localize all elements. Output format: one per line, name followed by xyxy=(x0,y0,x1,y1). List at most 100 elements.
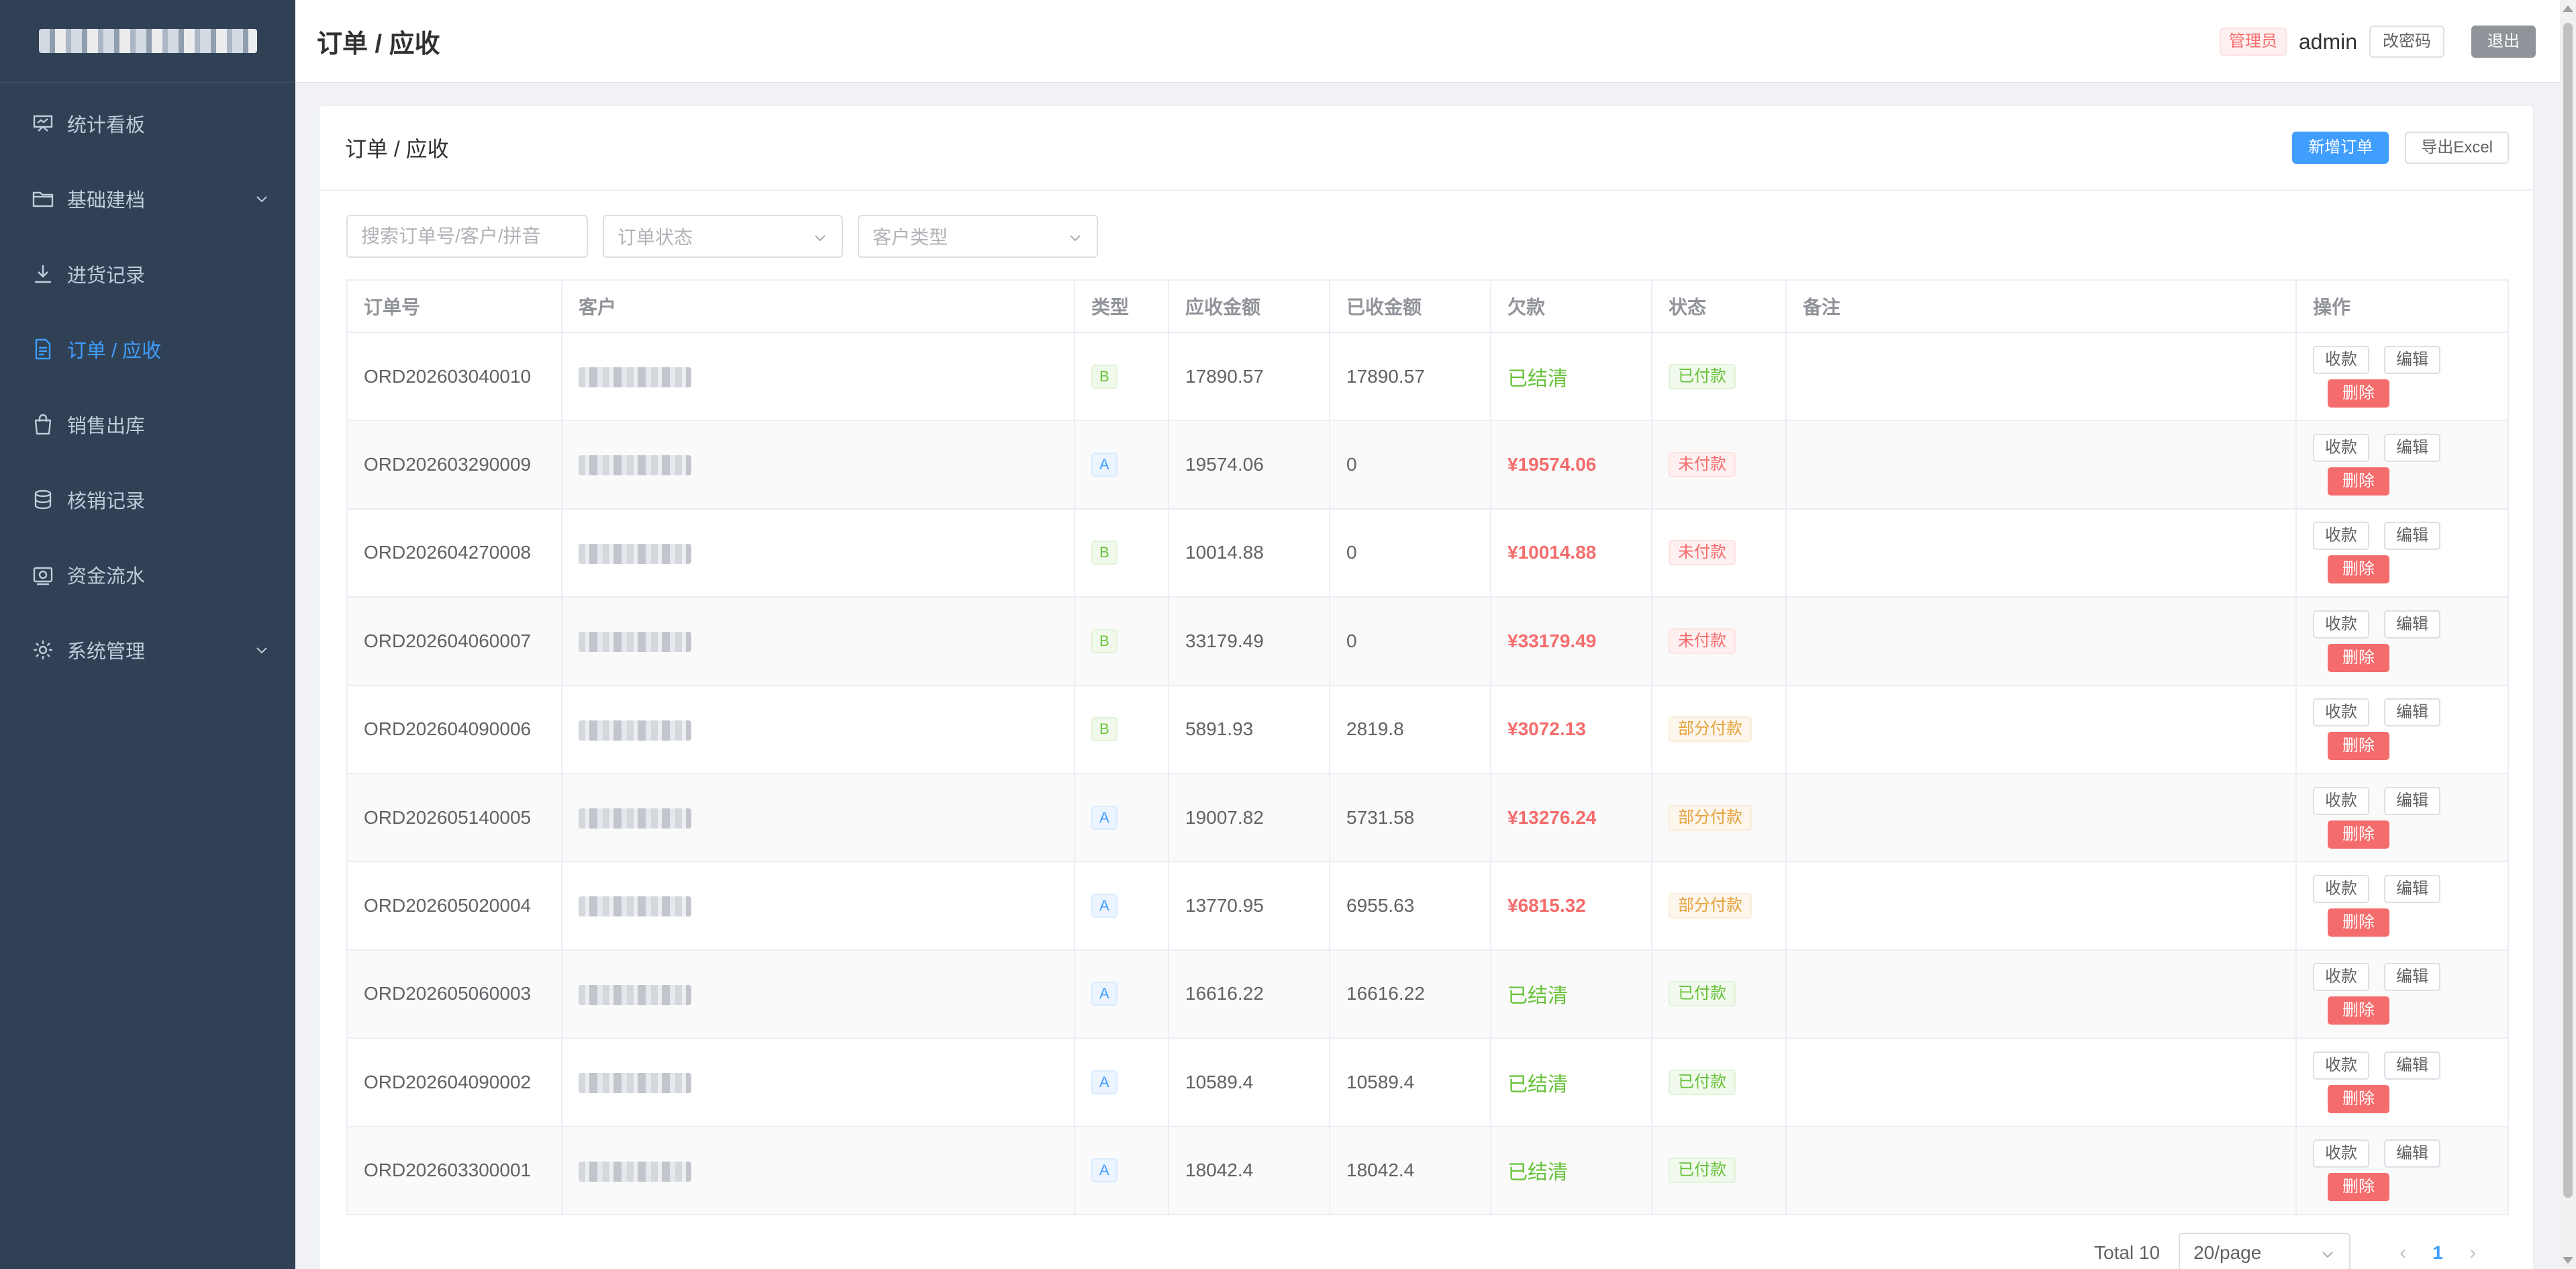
receivable-cell: 10589.4 xyxy=(1168,1037,1330,1127)
row-actions-top: 收款 编辑 xyxy=(2313,522,2440,551)
collect-button[interactable]: 收款 xyxy=(2313,875,2369,904)
edit-button[interactable]: 编辑 xyxy=(2384,434,2440,463)
edit-button[interactable]: 编辑 xyxy=(2384,875,2440,904)
row-actions: 收款 编辑删除 xyxy=(2313,434,2508,496)
delete-button[interactable]: 删除 xyxy=(2328,1173,2389,1202)
collect-button[interactable]: 收款 xyxy=(2313,345,2369,374)
debt-cell: ¥19574.06 xyxy=(1490,420,1652,510)
delete-button[interactable]: 删除 xyxy=(2328,379,2389,408)
customer-type-select[interactable]: 客户类型 xyxy=(858,215,1098,258)
sidebar-item-label: 销售出库 xyxy=(67,416,146,437)
debt-cell: ¥10014.88 xyxy=(1490,508,1652,598)
edit-button[interactable]: 编辑 xyxy=(2384,963,2440,992)
download-icon xyxy=(31,262,55,286)
debt-cell: ¥6815.32 xyxy=(1490,861,1652,951)
row-actions-top: 收款 编辑 xyxy=(2313,698,2440,727)
status-badge: 已付款 xyxy=(1669,1069,1736,1095)
sidebar-nav: 统计看板 基础建档 进货记录 订单 / 应收销售出库核销记录 资金流水 系统管理 xyxy=(0,83,295,688)
page-scrollbar[interactable] xyxy=(2560,0,2576,1269)
page-number-current[interactable]: 1 xyxy=(2420,1242,2455,1264)
collect-button[interactable]: 收款 xyxy=(2313,698,2369,727)
column-header-debt: 欠款 xyxy=(1490,279,1652,333)
sidebar-item-2[interactable]: 进货记录 xyxy=(0,236,295,312)
customer-cell xyxy=(561,949,1075,1039)
collect-button[interactable]: 收款 xyxy=(2313,1139,2369,1168)
edit-button[interactable]: 编辑 xyxy=(2384,698,2440,727)
page-size-select[interactable]: 20/page xyxy=(2179,1233,2351,1269)
customer-type-placeholder: 客户类型 xyxy=(873,227,948,248)
delete-button[interactable]: 删除 xyxy=(2328,820,2389,849)
delete-button[interactable]: 删除 xyxy=(2328,643,2389,672)
sidebar-item-4[interactable]: 销售出库 xyxy=(0,387,295,462)
type-cell: B xyxy=(1074,596,1169,686)
sidebar-item-7[interactable]: 系统管理 xyxy=(0,612,295,688)
remark-cell xyxy=(1785,684,2297,774)
customer-cell xyxy=(561,508,1075,598)
row-actions: 收款 编辑删除 xyxy=(2313,698,2508,761)
delete-button[interactable]: 删除 xyxy=(2328,555,2389,584)
receivable-cell: 33179.49 xyxy=(1168,596,1330,686)
collect-button[interactable]: 收款 xyxy=(2313,610,2369,639)
sidebar-item-0[interactable]: 统计看板 xyxy=(0,86,295,161)
user-area: 管理员 admin 改密码 退出 xyxy=(2219,26,2536,58)
new-order-button[interactable]: 新增订单 xyxy=(2292,132,2389,164)
delete-button[interactable]: 删除 xyxy=(2328,732,2389,761)
edit-button[interactable]: 编辑 xyxy=(2384,522,2440,551)
order-status-select[interactable]: 订单状态 xyxy=(603,215,843,258)
customer-name-blurred xyxy=(579,720,691,741)
edit-button[interactable]: 编辑 xyxy=(2384,345,2440,374)
row-actions: 收款 编辑删除 xyxy=(2313,875,2508,937)
status-cell: 已付款 xyxy=(1651,1125,1787,1215)
received-cell: 17890.57 xyxy=(1329,331,1491,422)
row-actions: 收款 编辑删除 xyxy=(2313,522,2508,584)
status-cell: 未付款 xyxy=(1651,596,1787,686)
table-row: ORD202605140005 A 19007.82 5731.58 ¥13276.24… xyxy=(346,772,2509,863)
delete-button[interactable]: 删除 xyxy=(2328,1084,2389,1113)
edit-button[interactable]: 编辑 xyxy=(2384,1139,2440,1168)
collect-button[interactable]: 收款 xyxy=(2313,522,2369,551)
edit-button[interactable]: 编辑 xyxy=(2384,786,2440,815)
sidebar-item-1[interactable]: 基础建档 xyxy=(0,161,295,236)
column-header-receivable: 应收金额 xyxy=(1168,279,1330,333)
collect-button[interactable]: 收款 xyxy=(2313,963,2369,992)
customer-type-tag: B xyxy=(1091,717,1118,742)
sidebar-item-3[interactable]: 订单 / 应收 xyxy=(0,312,295,387)
delete-button[interactable]: 删除 xyxy=(2328,908,2389,937)
logout-button[interactable]: 退出 xyxy=(2471,26,2536,58)
status-badge: 部分付款 xyxy=(1669,804,1752,831)
search-input[interactable] xyxy=(346,215,588,258)
scroll-down-arrow-icon[interactable] xyxy=(2563,1257,2573,1264)
table-row: ORD202604090002 A 10589.4 10589.4 已结清 已付款 收款 编辑… xyxy=(346,1037,2509,1127)
column-header-received: 已收金额 xyxy=(1329,279,1491,333)
collect-button[interactable]: 收款 xyxy=(2313,434,2369,463)
remark-cell xyxy=(1785,772,2297,863)
debt-value: 已结清 xyxy=(1507,1073,1568,1096)
export-excel-button[interactable]: 导出Excel xyxy=(2405,132,2509,164)
card-title: 订单 / 应收 xyxy=(345,137,449,161)
scrollbar-thumb[interactable] xyxy=(2563,23,2573,1198)
shopping-bag-icon xyxy=(31,412,55,436)
collect-button[interactable]: 收款 xyxy=(2313,786,2369,815)
received-cell: 10589.4 xyxy=(1329,1037,1491,1127)
edit-button[interactable]: 编辑 xyxy=(2384,610,2440,639)
status-cell: 部分付款 xyxy=(1651,772,1787,863)
edit-button[interactable]: 编辑 xyxy=(2384,1051,2440,1080)
type-cell: B xyxy=(1074,508,1169,598)
prev-page-button[interactable]: ‹ xyxy=(2385,1241,2420,1264)
type-cell: A xyxy=(1074,1125,1169,1215)
scroll-up-arrow-icon[interactable] xyxy=(2563,5,2573,12)
delete-button[interactable]: 删除 xyxy=(2328,467,2389,496)
collect-button[interactable]: 收款 xyxy=(2313,1051,2369,1080)
actions-cell: 收款 编辑删除 xyxy=(2295,861,2509,951)
customer-name-blurred xyxy=(579,1073,691,1094)
sidebar-item-5[interactable]: 核销记录 xyxy=(0,462,295,537)
table-row: ORD202604270008 B 10014.88 0 ¥10014.88 未付款 收款编… xyxy=(346,508,2509,598)
customer-type-tag: A xyxy=(1091,1158,1118,1183)
customer-type-tag: B xyxy=(1091,364,1118,389)
sidebar-item-6[interactable]: 资金流水 xyxy=(0,537,295,612)
column-header-remark: 备注 xyxy=(1785,279,2297,333)
delete-button[interactable]: 删除 xyxy=(2328,996,2389,1025)
change-password-button[interactable]: 改密码 xyxy=(2369,26,2444,58)
next-page-button[interactable]: › xyxy=(2455,1241,2490,1264)
order-no-cell: ORD202603290009 xyxy=(346,420,562,510)
